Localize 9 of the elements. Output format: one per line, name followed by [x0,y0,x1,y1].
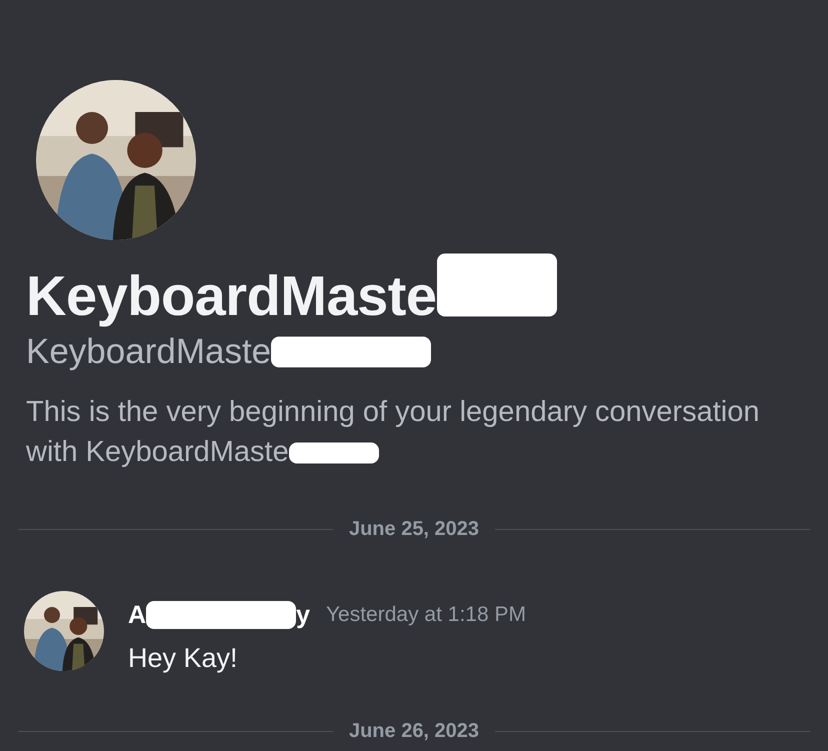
conversation-intro: This is the very beginning of your legendary conversation with KeyboardMaste [26,395,760,470]
username: KeyboardMaste [26,332,272,372]
date-divider: June 25, 2023 [348,518,480,541]
display-name: KeyboardMaste [26,262,437,328]
message-timestamp: Yesterday at 1:18 PM [326,603,526,627]
author-name: y [296,600,310,630]
author-name: A [128,600,146,630]
message-text: Hey Kay! [128,643,239,674]
date-divider: June 26, 2023 [348,720,480,743]
